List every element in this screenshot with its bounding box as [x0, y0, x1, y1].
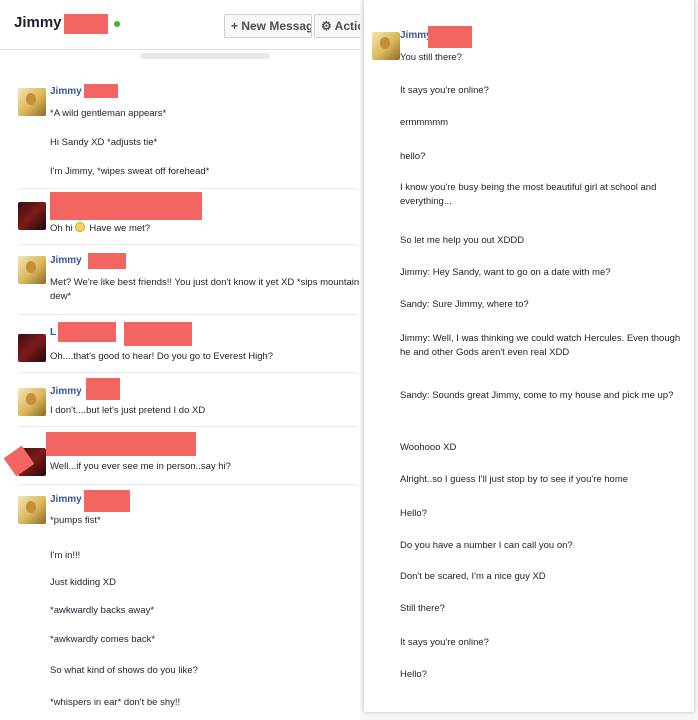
message-text: Hello? [400, 508, 427, 519]
message-part: Oh hi [50, 223, 73, 234]
message-text: Hello? [400, 669, 427, 680]
message-text: Still there? [400, 603, 445, 614]
message-text: I don't....but let's just pretend I do X… [50, 405, 206, 416]
message-text: It says you're online? [400, 637, 489, 648]
message-text: Just kidding XD [50, 577, 117, 588]
sender-name[interactable]: Jimmy [50, 255, 82, 266]
sandy-avatar[interactable] [18, 334, 46, 362]
right-chat-panel: Jimmy You still there? It says you're on… [360, 0, 698, 720]
message-text: Don't be scared, I'm a nice guy XD [400, 571, 546, 582]
message-text: You still there? [400, 52, 462, 63]
message-text: *pumps fist* [50, 515, 101, 526]
sender-name[interactable]: L [50, 327, 56, 338]
message-text: Sandy: Sounds great Jimmy, come to my ho… [400, 390, 674, 401]
divider [18, 484, 358, 485]
redaction-bar [58, 322, 116, 342]
redaction-bar [46, 432, 196, 456]
redaction-bar [88, 253, 126, 269]
message-text: *awkwardly backs away* [50, 605, 155, 616]
message-text: I'm Jimmy, *wipes sweat off forehead* [50, 166, 210, 177]
jimmy-avatar[interactable] [18, 88, 46, 116]
message-text: I'm in!!! [50, 550, 81, 561]
divider [18, 372, 358, 373]
left-chat-panel: Jimmy + New Message ⚙ Actio Jimmy *A wil… [0, 0, 370, 720]
sender-name[interactable]: Jimmy [50, 494, 82, 505]
sender-name[interactable]: Jimmy [400, 30, 432, 41]
divider [18, 314, 358, 315]
sender-name[interactable]: Jimmy [50, 86, 82, 97]
message-text: Sandy: Sure Jimmy, where to? [400, 299, 529, 310]
online-status-icon [114, 21, 120, 27]
jimmy-avatar[interactable] [372, 32, 400, 60]
smile-emoji-icon [74, 222, 85, 232]
message-text: *awkwardly comes back* [50, 634, 156, 645]
sender-name[interactable]: Jimmy [50, 386, 82, 397]
conversation-header: Jimmy + New Message ⚙ Actio [0, 0, 370, 50]
new-message-button[interactable]: + New Message [224, 14, 312, 38]
message-part: Have we met? [89, 223, 151, 234]
message-text: So what kind of shows do you like? [50, 665, 198, 676]
conversation-started-note [140, 53, 270, 59]
message-text: I know you're busy being the most beauti… [400, 182, 657, 207]
message-text: Jimmy: Well, I was thinking we could wat… [400, 333, 681, 358]
jimmy-avatar[interactable] [18, 496, 46, 524]
message-text: Met? We're like best friends!! You just … [50, 277, 360, 302]
sandy-avatar[interactable] [18, 202, 46, 230]
message-text: It says you're online? [400, 85, 489, 96]
message-text: So let me help you out XDDD [400, 235, 525, 246]
message-text: hello? [400, 151, 426, 162]
jimmy-avatar[interactable] [18, 388, 46, 416]
redaction-bar [84, 490, 130, 512]
message-continuation-sheet: Jimmy You still there? It says you're on… [364, 0, 694, 712]
message-text: Oh hi Have we met? [50, 222, 150, 236]
redaction-bar [86, 378, 120, 400]
actions-button[interactable]: ⚙ Actio [314, 14, 362, 38]
divider [18, 244, 358, 245]
divider [18, 426, 358, 427]
message-text: Do you have a number I can call you on? [400, 540, 573, 551]
message-text: Oh....that's good to hear! Do you go to … [50, 351, 274, 362]
message-text: Woohooo XD [400, 442, 457, 453]
divider [18, 188, 358, 189]
message-text: *whispers in ear* don't be shy!! [50, 697, 181, 708]
message-text: Alright..so I guess I'll just stop by to… [400, 474, 629, 485]
message-text: ermmmmm [400, 117, 449, 128]
redaction-bar [428, 26, 472, 48]
redaction-bar [64, 14, 108, 34]
message-text: Jimmy: Hey Sandy, want to go on a date w… [400, 267, 611, 278]
redaction-bar [124, 322, 192, 346]
conversation-title[interactable]: Jimmy [14, 14, 62, 31]
redaction-bar [50, 192, 202, 220]
message-text: Hi Sandy XD *adjusts tie* [50, 137, 158, 148]
jimmy-avatar[interactable] [18, 256, 46, 284]
message-text: Well...if you ever see me in person..say… [50, 461, 231, 472]
message-text: *A wild gentleman appears* [50, 108, 167, 119]
redaction-bar [84, 84, 118, 98]
